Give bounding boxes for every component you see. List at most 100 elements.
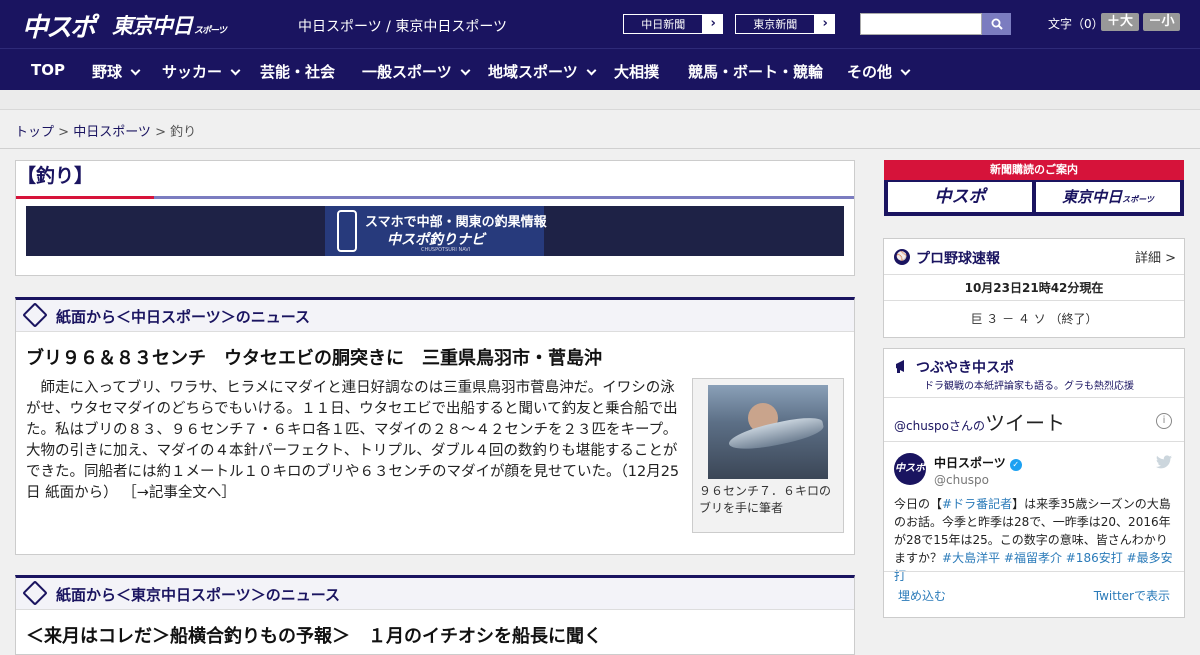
banner-line2: 中スポ釣りナビ xyxy=(387,232,485,248)
tweets-heading: @chuspoさんのツイート xyxy=(894,407,1065,436)
article-headline[interactable]: ＜来月はコレだ＞船横合釣りもの予報＞ １月のイチオシを船長に聞く xyxy=(26,622,602,648)
hashtag-link[interactable]: #ドラ番記者 xyxy=(942,497,1012,511)
nav-top[interactable]: TOP xyxy=(31,61,65,79)
nav-entertainment-label: 芸能・社会 xyxy=(260,63,336,81)
tsuri-navi-banner[interactable]: スマホで中部・関東の釣果情報 中スポ釣りナビ CHUSPOTSURI NAVI xyxy=(26,206,844,256)
article-body: 師走に入ってブリ、ワラサ、ヒラメにマダイと連日好調なのは三重県鳥羽市菅島沖だ。イ… xyxy=(26,380,680,501)
tweet-author-name-text: 中日スポーツ xyxy=(934,456,1006,470)
site-links[interactable]: 中日スポーツ / 東京中日スポーツ xyxy=(298,16,507,36)
nav-general-sports[interactable]: 一般スポーツ xyxy=(362,61,471,82)
pro-baseball-detail-link[interactable]: 詳細 > xyxy=(1135,247,1176,266)
tokyo-chunichi-news-section: 紙面から＜東京中日スポーツ＞のニュース ＜来月はコレだ＞船横合釣りもの予報＞ １… xyxy=(15,575,855,655)
nav-racing-label: 競馬・ボート・競輪 xyxy=(688,63,824,81)
divider xyxy=(884,441,1184,442)
view-on-twitter-link[interactable]: Twitterで表示 xyxy=(1094,587,1170,604)
nav-regional-sports-label: 地域スポーツ xyxy=(488,63,578,81)
avatar[interactable]: 中スポ xyxy=(894,453,926,485)
subscribe-tokyo-button[interactable]: 東京中日スポーツ xyxy=(1036,182,1180,212)
pro-baseball-title: プロ野球速報 xyxy=(916,251,1000,267)
tokyo-chunichi-logo[interactable]: 東京中日 スポーツ xyxy=(112,10,227,44)
nav-baseball-label: 野球 xyxy=(92,63,123,81)
sub-bar xyxy=(0,90,1200,110)
chunichi-news-section: 紙面から＜中日スポーツ＞のニュース ブリ９６＆８３センチ ウタセエビの胴突きに … xyxy=(15,297,855,555)
search-icon xyxy=(991,18,1003,30)
breadcrumb-separator: > xyxy=(54,125,74,140)
banner-line3: CHUSPOTSURI NAVI xyxy=(421,247,471,253)
divider xyxy=(884,397,1184,398)
tokyo-shimbun-button[interactable]: 東京新聞 › xyxy=(734,13,836,35)
banner-content: スマホで中部・関東の釣果情報 中スポ釣りナビ CHUSPOTSURI NAVI xyxy=(325,206,547,256)
smartphone-icon xyxy=(337,210,357,252)
nav-soccer[interactable]: サッカー xyxy=(162,61,241,82)
search-button[interactable] xyxy=(982,13,1011,35)
article-summary: 師走に入ってブリ、ワラサ、ヒラメにマダイと連日好調なのは三重県鳥羽市菅島沖だ。イ… xyxy=(26,378,686,504)
subscribe-tokyo-small: スポーツ xyxy=(1122,195,1154,204)
twitter-bird-icon[interactable] xyxy=(1156,455,1172,469)
verified-icon: ✓ xyxy=(1009,459,1022,471)
tweets-heading-text: ツイート xyxy=(985,411,1066,435)
megaphone-icon xyxy=(896,360,904,373)
tweet-author-handle[interactable]: @chuspo xyxy=(934,473,989,487)
tweet-text-part: 今日の【 xyxy=(894,497,943,511)
font-larger-button[interactable]: ＋大 xyxy=(1101,13,1139,31)
chevron-down-icon xyxy=(586,65,597,76)
subscription-banner: 新聞購読のご案内 中スポ 東京中日スポーツ xyxy=(884,160,1184,216)
tweet-author-name[interactable]: 中日スポーツ ✓ xyxy=(934,454,1022,471)
tag-icon xyxy=(22,302,48,328)
nav-baseball[interactable]: 野球 xyxy=(92,61,141,82)
pro-baseball-widget: ⚾ プロ野球速報 詳細 > 10月23日21時42分現在 巨 ３ － ４ ソ （… xyxy=(883,238,1185,338)
tag-icon xyxy=(22,580,48,606)
font-smaller-button[interactable]: －小 xyxy=(1143,13,1180,31)
breadcrumb-divider xyxy=(0,148,1200,149)
article-photo: ９６センチ７．６キロのブリを手に筆者 xyxy=(692,378,844,533)
twitter-widget: つぶやき中スポ ドラ観戦の本紙評論家も語る。グラも熱烈応援 @chuspoさんの… xyxy=(883,348,1185,618)
pro-baseball-time: 10月23日21時42分現在 xyxy=(884,275,1184,301)
chevron-right-icon: › xyxy=(703,14,723,34)
breadcrumb-separator: > xyxy=(150,125,171,140)
nav-other-label: その他 xyxy=(847,63,893,81)
read-more-link[interactable]: ［→記事全文へ］ xyxy=(122,485,236,501)
section-title: 紙面から＜東京中日スポーツ＞のニュース xyxy=(56,586,340,604)
tweets-san: さんの xyxy=(949,419,986,433)
nav-sumo[interactable]: 大相撲 xyxy=(614,61,659,82)
pro-baseball-header: ⚾ プロ野球速報 詳細 > xyxy=(884,239,1184,275)
nav-top-label: TOP xyxy=(31,61,65,79)
title-underline-accent xyxy=(16,196,154,199)
section-header: 紙面から＜中日スポーツ＞のニュース xyxy=(16,300,854,332)
chevron-down-icon xyxy=(460,65,471,76)
tokyo-shimbun-label: 東京新聞 xyxy=(735,14,816,34)
breadcrumb-chunichi[interactable]: 中日スポーツ xyxy=(73,125,151,140)
nav-general-sports-label: 一般スポーツ xyxy=(362,63,452,81)
subscription-title: 新聞購読のご案内 xyxy=(884,160,1184,180)
nav-regional-sports[interactable]: 地域スポーツ xyxy=(488,61,597,82)
pro-baseball-score[interactable]: 巨 ３ － ４ ソ （終了） xyxy=(884,301,1184,337)
page-title-box: 【釣り】 スマホで中部・関東の釣果情報 中スポ釣りナビ CHUSPOTSURI … xyxy=(15,160,855,276)
embed-link[interactable]: 埋め込む xyxy=(898,587,946,604)
nav-entertainment[interactable]: 芸能・社会 xyxy=(260,61,335,82)
tokyo-logo-small: スポーツ xyxy=(194,26,227,36)
section-title: 紙面から＜中日スポーツ＞のニュース xyxy=(56,308,310,326)
divider xyxy=(884,571,1184,572)
nav-racing[interactable]: 競馬・ボート・競輪 xyxy=(688,61,823,82)
chevron-down-icon xyxy=(230,65,241,76)
chunichi-shimbun-label: 中日新聞 xyxy=(623,14,704,34)
nav-sumo-label: 大相撲 xyxy=(614,63,660,81)
nav-soccer-label: サッカー xyxy=(162,63,223,81)
chunichi-shimbun-button[interactable]: 中日新聞 › xyxy=(622,13,724,35)
photo-caption: ９６センチ７．６キロのブリを手に筆者 xyxy=(699,484,832,515)
chevron-down-icon xyxy=(130,65,141,76)
breadcrumb-top[interactable]: トップ xyxy=(15,125,54,140)
chuspo-logo[interactable]: 中スポ xyxy=(22,7,96,43)
fish-photo[interactable] xyxy=(708,385,828,479)
info-icon[interactable]: i xyxy=(1156,413,1172,429)
search-input[interactable] xyxy=(860,13,982,35)
site-header: 中スポ 東京中日 スポーツ 中日スポーツ / 東京中日スポーツ 中日新聞 › 東京… xyxy=(0,0,1200,48)
main-nav: TOP 野球 サッカー 芸能・社会 一般スポーツ 地域スポーツ 大相撲 競馬・ボ… xyxy=(0,48,1200,90)
subscribe-chuspo-button[interactable]: 中スポ xyxy=(888,182,1032,212)
nav-other[interactable]: その他 xyxy=(847,61,911,82)
tweets-handle[interactable]: @chuspo xyxy=(894,419,949,433)
subscribe-tokyo-label: 東京中日 xyxy=(1062,188,1123,206)
font-size-label: 文字（0） xyxy=(1048,17,1104,31)
article-headline[interactable]: ブリ９６＆８３センチ ウタセエビの胴突きに 三重県鳥羽市・菅島沖 xyxy=(26,344,602,370)
breadcrumb: トップ > 中日スポーツ > 釣り xyxy=(15,121,196,140)
